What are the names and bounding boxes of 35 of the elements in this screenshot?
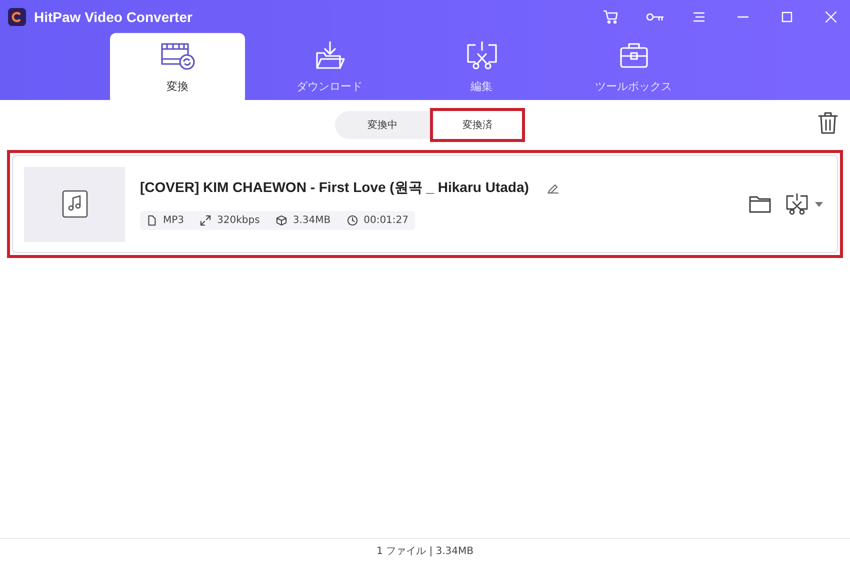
folder-button[interactable] bbox=[749, 195, 771, 213]
menu-icon bbox=[693, 10, 705, 22]
file-icon bbox=[146, 214, 157, 226]
music-file-icon bbox=[62, 190, 88, 218]
status-text: 1 ファイル | 3.34MB bbox=[376, 545, 474, 558]
maximize-icon bbox=[781, 10, 793, 22]
cart-icon bbox=[603, 8, 619, 24]
caret-icon bbox=[815, 202, 823, 206]
folder-icon bbox=[749, 195, 771, 213]
trash-icon bbox=[818, 112, 838, 134]
subtab[interactable]: 変換済 bbox=[430, 108, 525, 142]
cube-icon bbox=[276, 214, 287, 226]
clock-icon bbox=[346, 214, 358, 226]
window-title: HitPaw Video Converter bbox=[34, 8, 194, 24]
nav-tab[interactable]: ダウンロード bbox=[262, 33, 397, 100]
file-info-text: 00:01:27 bbox=[364, 214, 409, 226]
file-info-text: MP3 bbox=[163, 214, 184, 226]
film-convert-icon bbox=[160, 41, 196, 71]
scissors-screen-icon bbox=[785, 193, 809, 215]
edit-dropdown-button[interactable] bbox=[785, 193, 823, 215]
toolbox-icon bbox=[618, 41, 650, 71]
app-logo-icon bbox=[8, 8, 26, 26]
pencil-icon[interactable] bbox=[546, 182, 559, 194]
nav-tab[interactable]: 編集 bbox=[414, 33, 549, 100]
key-icon bbox=[645, 10, 665, 22]
expand-icon bbox=[200, 214, 212, 226]
close-icon bbox=[825, 10, 837, 22]
subtab[interactable]: 変換中 bbox=[335, 111, 430, 139]
file-title: [COVER] KIM CHAEWON - First Love (원곡 _ Hikaru Utada) bbox=[140, 178, 529, 196]
file-info-text: 3.34MB bbox=[292, 214, 331, 226]
trash-button[interactable] bbox=[818, 112, 838, 137]
scissors-screen-icon bbox=[464, 41, 498, 71]
nav-tab[interactable]: 変換 bbox=[110, 33, 245, 100]
file-info-text: 320kbps bbox=[217, 214, 260, 226]
folder-download-icon bbox=[314, 41, 346, 71]
